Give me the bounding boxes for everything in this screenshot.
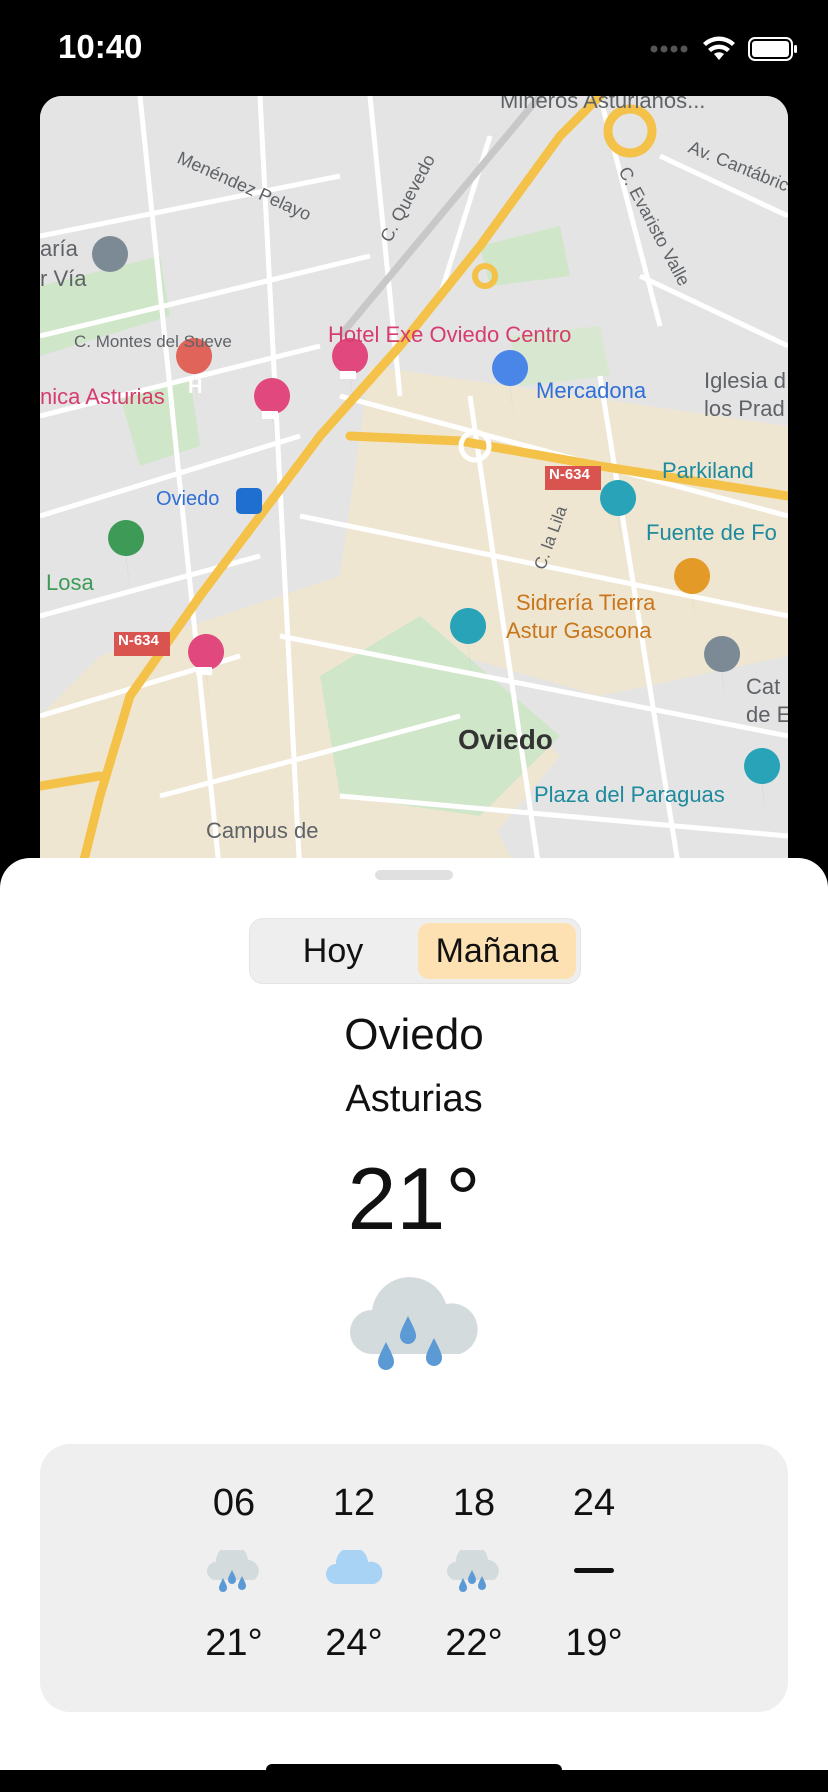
hourly-temp: 19° <box>565 1622 623 1664</box>
segment-today[interactable]: Hoy <box>254 923 412 979</box>
map-label: de E <box>746 702 788 727</box>
region-name: Asturias <box>345 1078 483 1120</box>
segment-tomorrow[interactable]: Mañana <box>418 923 576 979</box>
map-view[interactable]: H Mineros Asturianos... Av. Cantábrico M… <box>40 96 788 876</box>
current-temperature: 21° <box>347 1149 481 1248</box>
map-label: aría <box>40 236 78 261</box>
road-shield: N-634 <box>549 466 590 483</box>
status-bar: 10:40 <box>0 0 828 96</box>
map-label: r Vía <box>40 266 87 291</box>
map-label: Losa <box>46 570 94 595</box>
map-label: Parkiland <box>662 458 754 483</box>
map-label: Mineros Asturianos... <box>500 96 706 113</box>
map-label: Iglesia d <box>704 368 786 393</box>
map-label: Hotel Exe Oviedo Centro <box>328 322 572 347</box>
map-label: los Prad <box>704 396 785 421</box>
university-pin-icon <box>92 236 128 272</box>
road-shield: N-634 <box>118 632 159 649</box>
map-label: Sidrería Tierra <box>516 590 656 615</box>
map-label: Plaza del Paraguas <box>534 782 725 807</box>
hourly-temp: 24° <box>325 1622 383 1664</box>
rain-cloud-icon <box>350 1277 478 1370</box>
map-label: Campus de <box>206 818 319 843</box>
map-city-label: Oviedo <box>458 724 553 755</box>
bus-stop-icon <box>236 488 262 514</box>
status-icons <box>650 36 798 62</box>
hourly-hour: 06 <box>212 1482 256 1524</box>
cloud-icon <box>326 1550 383 1584</box>
hourly-forecast-panel: 06 21° 12 24° 18 22° 24 19° <box>40 1444 788 1712</box>
map-label: Cat <box>746 674 781 699</box>
wifi-icon <box>703 36 735 60</box>
map-label: C. Montes del Sueve <box>74 332 232 351</box>
map-base: H <box>40 96 788 876</box>
dash-icon <box>574 1568 614 1573</box>
day-segmented-control: Hoy Mañana <box>249 918 581 984</box>
hourly-temp: 22° <box>445 1622 503 1664</box>
map-label: Oviedo <box>156 488 220 510</box>
svg-text:H: H <box>188 376 202 398</box>
hourly-hour: 12 <box>332 1482 376 1524</box>
hourly-temp: 21° <box>205 1622 263 1664</box>
sheet-grabber[interactable] <box>375 870 453 880</box>
map-label: Fuente de Fo <box>646 520 777 545</box>
status-time: 10:40 <box>58 28 143 65</box>
home-indicator[interactable] <box>266 1764 562 1776</box>
map-label: nica Asturias <box>40 384 165 409</box>
rain-cloud-icon <box>447 1550 499 1592</box>
weather-sheet: Hoy Mañana Oviedo Asturias 21° 06 21° 12… <box>0 858 828 1770</box>
map-label: Astur Gascona <box>506 618 652 643</box>
hourly-hour: 18 <box>452 1482 496 1524</box>
rain-cloud-icon <box>207 1550 259 1592</box>
city-name: Oviedo <box>344 1010 484 1059</box>
battery-icon <box>748 37 797 61</box>
signal-icon <box>650 45 688 53</box>
map-label: Mercadona <box>536 378 647 403</box>
hourly-hour: 24 <box>572 1482 616 1524</box>
